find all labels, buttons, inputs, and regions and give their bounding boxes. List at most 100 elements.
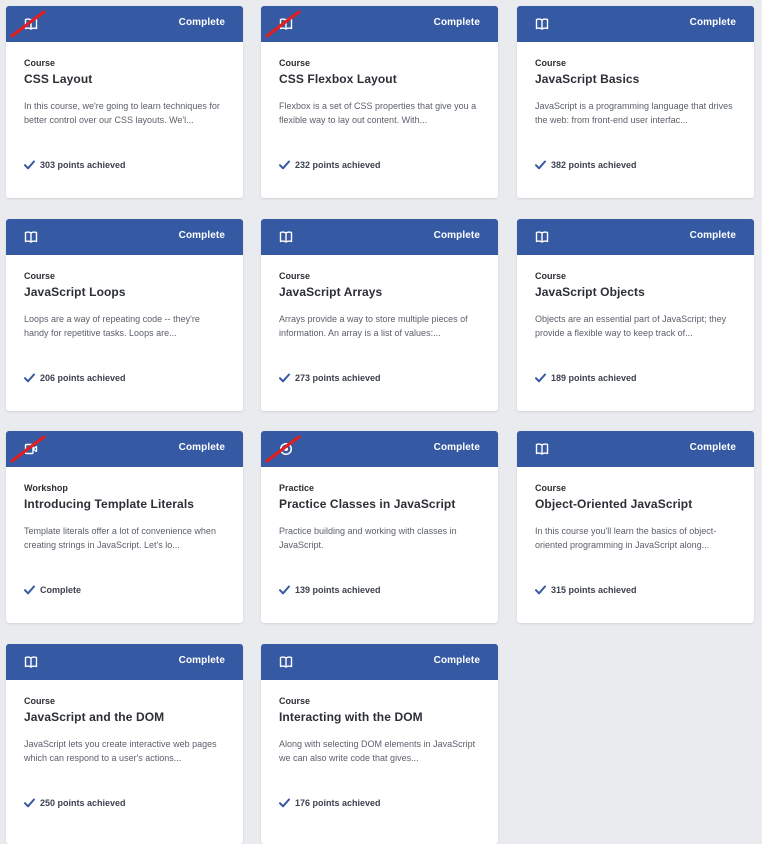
card-type-label: Course	[535, 271, 567, 281]
status-label: Complete	[178, 442, 225, 453]
card-achievement: 139 points achieved	[279, 585, 381, 595]
checkmark-icon	[279, 798, 290, 808]
checkmark-icon	[24, 373, 35, 383]
status-label: Complete	[689, 17, 736, 28]
card-title[interactable]: JavaScript Loops	[24, 285, 225, 299]
course-card[interactable]: Complete Course JavaScript Basics JavaScrip…	[517, 6, 754, 198]
card-type-label: Course	[279, 58, 311, 68]
card-title[interactable]: CSS Flexbox Layout	[279, 72, 480, 86]
card-header: Complete	[6, 431, 243, 467]
card-header: Complete	[6, 6, 243, 42]
achievement-text: 303 points achieved	[40, 160, 126, 170]
card-description: Template literals offer a lot of conveni…	[24, 526, 216, 550]
book-icon	[279, 230, 293, 244]
checkmark-icon	[24, 798, 35, 808]
card-achievement: 232 points achieved	[279, 160, 381, 170]
course-card[interactable]: Complete Course JavaScript Objects Objects …	[517, 219, 754, 411]
status-label: Complete	[433, 230, 480, 241]
card-body: Course JavaScript Arrays Arrays provide a …	[261, 255, 498, 411]
achievement-text: 206 points achieved	[40, 373, 126, 383]
card-description: In this course, we're going to learn tec…	[24, 101, 220, 125]
card-type-label: Course	[535, 483, 567, 493]
card-type-label: Course	[24, 58, 56, 68]
card-body: Course Interacting with the DOM Along with…	[261, 680, 498, 844]
card-type-label: Course	[24, 696, 56, 706]
card-achievement: 206 points achieved	[24, 373, 126, 383]
checkmark-icon	[279, 160, 290, 170]
checkmark-icon	[279, 373, 290, 383]
card-title[interactable]: CSS Layout	[24, 72, 225, 86]
card-achievement: Complete	[24, 585, 81, 595]
practice-icon	[279, 442, 293, 456]
checkmark-icon	[535, 585, 546, 595]
card-description: In this course you'll learn the basics o…	[535, 526, 717, 550]
card-achievement: 273 points achieved	[279, 373, 381, 383]
course-card[interactable]: Complete Course CSS Flexbox Layout Flexbox …	[261, 6, 498, 198]
course-card[interactable]: Complete Course Object-Oriented JavaScript…	[517, 431, 754, 623]
card-title[interactable]: JavaScript Objects	[535, 285, 736, 299]
book-icon	[279, 655, 293, 669]
card-title[interactable]: Practice Classes in JavaScript	[279, 497, 480, 511]
book-icon	[535, 230, 549, 244]
card-body: Workshop Introducing Template Literals Tem…	[6, 467, 243, 623]
achievement-text: 176 points achieved	[295, 798, 381, 808]
video-icon	[24, 442, 38, 456]
course-card[interactable]: Complete Course JavaScript Loops Loops are …	[6, 219, 243, 411]
course-card[interactable]: Complete Course CSS Layout In this course, …	[6, 6, 243, 198]
status-label: Complete	[178, 230, 225, 241]
card-header: Complete	[517, 6, 754, 42]
course-card[interactable]: Complete Course JavaScript and the DOM Java…	[6, 644, 243, 844]
achievement-text: 232 points achieved	[295, 160, 381, 170]
card-header: Complete	[6, 644, 243, 680]
card-body: Course JavaScript Basics JavaScript is a p…	[517, 42, 754, 198]
card-title[interactable]: Introducing Template Literals	[24, 497, 225, 511]
card-header: Complete	[517, 431, 754, 467]
course-card[interactable]: Complete Workshop Introducing Template Lit…	[6, 431, 243, 623]
card-header: Complete	[261, 6, 498, 42]
card-body: Course JavaScript and the DOM JavaScript l…	[6, 680, 243, 844]
card-header: Complete	[6, 219, 243, 255]
achievement-text: 250 points achieved	[40, 798, 126, 808]
card-title[interactable]: JavaScript Arrays	[279, 285, 480, 299]
card-header: Complete	[261, 431, 498, 467]
card-header: Complete	[261, 644, 498, 680]
card-body: Course Object-Oriented JavaScript In this …	[517, 467, 754, 623]
achievement-text: 315 points achieved	[551, 585, 637, 595]
card-title[interactable]: JavaScript and the DOM	[24, 710, 225, 724]
book-icon	[24, 230, 38, 244]
course-card[interactable]: Complete Practice Practice Classes in Java…	[261, 431, 498, 623]
card-description: Practice building and working with class…	[279, 526, 457, 550]
book-icon	[24, 17, 38, 31]
card-body: Course CSS Flexbox Layout Flexbox is a set…	[261, 42, 498, 198]
checkmark-icon	[24, 585, 35, 595]
course-card[interactable]: Complete Course Interacting with the DOM Al…	[261, 644, 498, 844]
card-type-label: Course	[535, 58, 567, 68]
card-header: Complete	[261, 219, 498, 255]
achievement-text: Complete	[40, 585, 82, 595]
card-description: Arrays provide a way to store multiple p…	[279, 314, 468, 338]
card-title[interactable]: Interacting with the DOM	[279, 710, 480, 724]
card-title[interactable]: Object-Oriented JavaScript	[535, 497, 736, 511]
checkmark-icon	[24, 160, 35, 170]
status-label: Complete	[433, 442, 480, 453]
card-body: Course JavaScript Objects Objects are an e…	[517, 255, 754, 411]
status-label: Complete	[178, 655, 225, 666]
card-achievement: 382 points achieved	[535, 160, 637, 170]
checkmark-icon	[535, 160, 546, 170]
card-title[interactable]: JavaScript Basics	[535, 72, 736, 86]
achievement-text: 273 points achieved	[295, 373, 381, 383]
card-description: Loops are a way of repeating code -- the…	[24, 314, 200, 338]
book-icon	[535, 17, 549, 31]
book-icon	[535, 442, 549, 456]
course-card[interactable]: Complete Course JavaScript Arrays Arrays pr…	[261, 219, 498, 411]
card-description: JavaScript lets you create interactive w…	[24, 739, 217, 763]
status-label: Complete	[689, 230, 736, 241]
card-achievement: 189 points achieved	[535, 373, 637, 383]
card-type-label: Course	[279, 271, 311, 281]
card-description: JavaScript is a programming language tha…	[535, 101, 733, 125]
card-body: Course CSS Layout In this course, we're go…	[6, 42, 243, 198]
book-icon	[279, 17, 293, 31]
card-achievement: 315 points achieved	[535, 585, 637, 595]
card-achievement: 250 points achieved	[24, 798, 126, 808]
card-type-label: Course	[279, 696, 311, 706]
